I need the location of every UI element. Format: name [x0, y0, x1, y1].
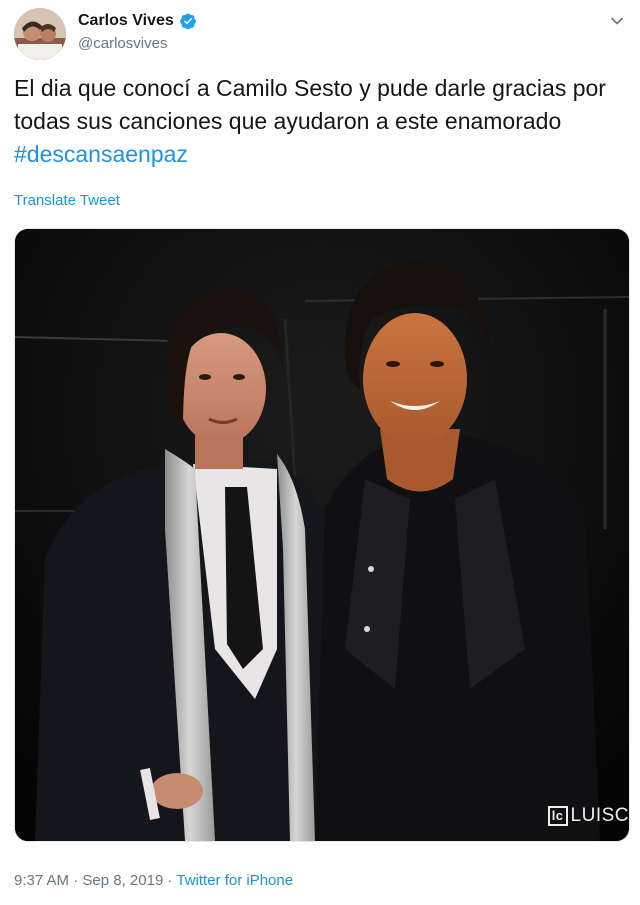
translate-tweet-link[interactable]: Translate Tweet	[14, 192, 120, 209]
tweet-source-link[interactable]: Twitter for iPhone	[176, 872, 293, 889]
meta-separator: ·	[163, 872, 177, 889]
tweet-time[interactable]: 9:37 AM	[14, 872, 69, 889]
user-handle[interactable]: @carlosvives	[78, 35, 167, 52]
tweet-meta: 9:37 AM · Sep 8, 2019 · Twitter for iPho…	[14, 872, 293, 889]
verified-badge-icon	[179, 12, 197, 30]
hashtag-link[interactable]: #descansaenpaz	[14, 141, 188, 167]
display-name[interactable]: Carlos Vives	[78, 12, 174, 30]
watermark-logo: lc	[547, 806, 568, 826]
tweet-text: El dia que conocí a Camilo Sesto y pude …	[14, 72, 624, 171]
photo-watermark: lc LUISC	[547, 805, 629, 827]
tweet-date[interactable]: Sep 8, 2019	[82, 872, 163, 889]
watermark-text: LUISC	[570, 805, 629, 826]
tweet-photo[interactable]: lc LUISC	[14, 228, 630, 842]
tweet-card: Carlos Vives @carlosvives El dia que con…	[0, 0, 640, 905]
avatar[interactable]	[14, 8, 66, 60]
name-row: Carlos Vives	[78, 12, 197, 30]
tweet-body: El dia que conocí a Camilo Sesto y pude …	[14, 75, 606, 134]
meta-separator: ·	[69, 872, 83, 889]
chevron-down-icon[interactable]	[608, 12, 626, 30]
